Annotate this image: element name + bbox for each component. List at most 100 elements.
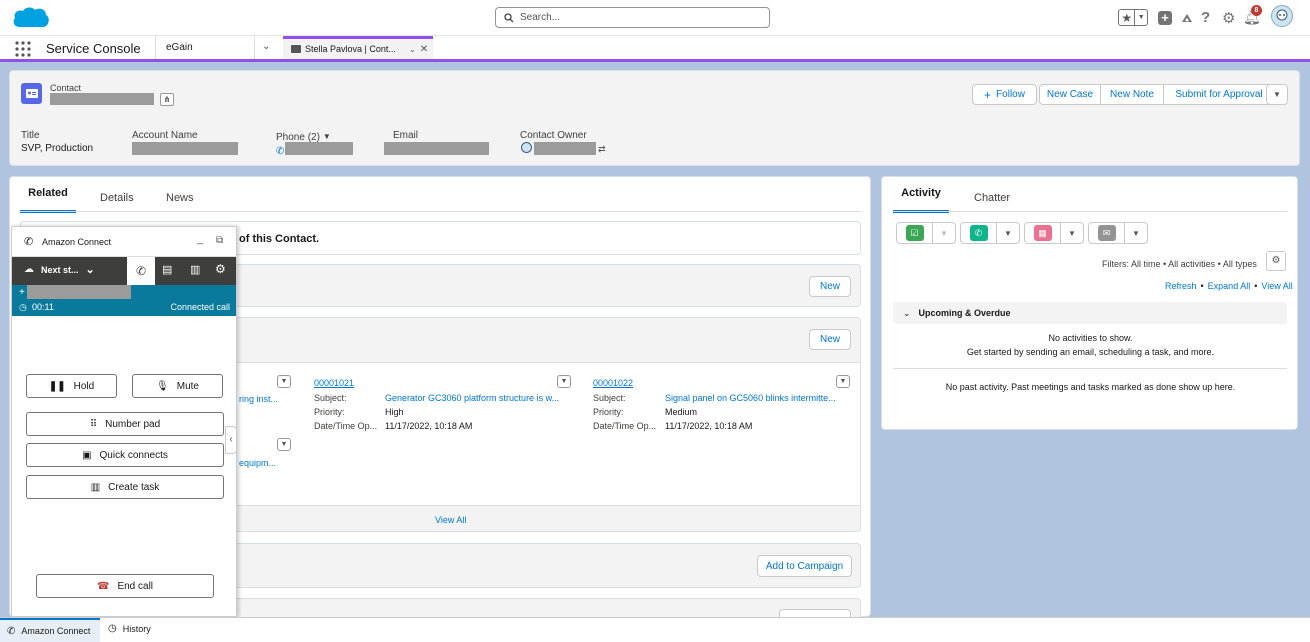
title-label: Title [21,130,40,141]
avatar[interactable] [1271,5,1293,27]
number-pad-button[interactable]: ⠿ Number pad [26,412,224,436]
email-button[interactable]: ✉ ▼ [1088,222,1148,244]
tab-related[interactable]: Related [20,187,76,213]
case-partial-subject[interactable]: equipm... [239,458,276,468]
status-dropdown[interactable]: ☁ Next st... ⌄ [24,263,95,276]
redacted-phone [285,142,353,155]
tab-contact[interactable]: Stella Pavlova | Cont... ⌄ ✕ [283,36,433,59]
case-priority: Medium [665,407,698,417]
mute-button[interactable]: 🎙︎ Mute [132,374,223,398]
global-header: Search... ★ ▼ + ? ⚙ 🔔︎ 8 [0,0,1310,36]
settings-gear-icon[interactable]: ⚙ [215,262,226,276]
chevron-down-icon: ⌄ [903,307,911,318]
expand-all-link[interactable]: Expand All [1208,281,1251,291]
hierarchy-icon[interactable]: ⋔ [160,93,174,106]
add-icon[interactable]: + [1158,11,1172,25]
notice-text: of this Contact. [239,233,320,245]
connect-header: ✆ Amazon Connect _ ⧉ [12,227,236,257]
get-started-text: Get started by sending an email, schedul… [966,347,1215,357]
case-menu-chevron-icon[interactable]: ▼ [557,375,571,388]
clipboard-icon[interactable]: ▥ [190,263,200,276]
close-icon[interactable]: ✕ [420,44,428,55]
follow-button[interactable]: + Follow [972,84,1037,105]
separator: • [1200,281,1204,291]
plus-icon: + [984,87,992,102]
utility-item-history[interactable]: ◷ History [108,623,151,634]
submit-for-approval-button[interactable]: Submit for Approval [1164,85,1274,104]
create-task-button[interactable]: ▥ Create task [26,475,224,499]
case-subject[interactable]: Signal panel on GC5060 blinks intermitte… [665,393,836,403]
search-placeholder: Search... [520,12,561,23]
filters-text: Filters: All time • All activities • All… [1102,259,1257,269]
chevron-down-icon[interactable]: ▼ [997,223,1019,243]
case-partial-subject[interactable]: ring inst... [239,394,278,404]
utility-bar: ✆ Amazon Connect ◷ History [0,617,1310,642]
tab-label: eGain [166,42,193,53]
more-actions-button[interactable]: ▼ [1266,84,1288,105]
filter-gear-button[interactable]: ⚙ [1266,251,1286,271]
view-all-link[interactable]: View All [435,515,466,525]
phone-prefix: + [19,287,25,298]
case-number-link[interactable]: 00001022 [593,378,633,388]
chevron-down-icon: ▼ [1273,90,1281,99]
new-button[interactable]: New [809,329,851,350]
trailhead-icon[interactable] [1180,11,1194,25]
contacts-book-icon: ▣ [82,449,92,461]
hang-up-icon: ☎ [96,580,110,592]
upcoming-title: Upcoming & Overdue [918,308,1011,318]
log-call-button[interactable]: ✆ ▼ [960,222,1020,244]
add-to-campaign-button[interactable]: Add to Campaign [757,555,852,577]
upcoming-section-header[interactable]: ⌄ Upcoming & Overdue [893,302,1287,324]
new-button[interactable]: New [809,276,851,297]
chat-icon[interactable]: ▤ [162,263,172,276]
tab-label: Stella Pavlova | Cont... [305,44,396,54]
app-launcher-icon[interactable] [15,41,31,57]
account-name-label: Account Name [132,130,198,141]
global-search[interactable]: Search... [495,7,770,28]
view-all-link[interactable]: View All [1261,281,1292,291]
task-icon: ☑ [905,225,924,241]
change-owner-icon[interactable]: ⇄ [598,144,606,155]
redacted-email [384,142,489,155]
tab-egain[interactable]: eGain [155,36,255,59]
help-icon[interactable]: ? [1201,9,1210,26]
tab-chatter[interactable]: Chatter [974,192,1010,204]
favorites-button[interactable]: ★ ▼ [1118,9,1148,26]
new-case-button[interactable]: New Case [1040,85,1101,104]
history-clock-icon: ◷ [108,623,117,634]
phone-icon: ✆ [969,225,988,241]
keypad-icon: ⠿ [89,418,98,430]
popout-icon[interactable]: ⧉ [216,235,223,246]
new-note-button[interactable]: New Note [1101,85,1164,104]
tab-activity[interactable]: Activity [893,187,949,213]
end-call-button[interactable]: ☎ End call [36,574,214,598]
case-number-link[interactable]: 00001021 [314,378,354,388]
case-subject[interactable]: Generator GC3060 platform structure is w… [385,393,559,403]
case-menu-chevron-icon[interactable]: ▼ [277,438,291,451]
new-event-button[interactable]: ▦ ▼ [1024,222,1084,244]
chevron-down-icon[interactable]: ▼ [1125,223,1147,243]
redacted-caller-number [27,285,131,299]
new-task-button[interactable]: ☑ ▼ [896,222,956,244]
panel-collapse-handle[interactable]: ‹ [225,426,237,454]
salesforce-logo[interactable] [11,5,51,32]
record-header: Contact ⋔ + Follow New Case New Note Sub… [9,70,1300,166]
gear-icon[interactable]: ⚙ [1222,9,1235,27]
minimize-icon[interactable]: _ [197,233,203,245]
chevron-down-icon[interactable]: ▼ [1061,223,1083,243]
hold-button[interactable]: ❚❚ Hold [26,374,117,398]
case-date-label: Date/Time Op... [593,421,657,431]
case-menu-chevron-icon[interactable]: ▼ [277,375,291,388]
chevron-down-icon[interactable]: ▼ [933,223,955,243]
nav-menu-chevron-icon[interactable]: ⌄ [262,41,270,52]
refresh-link[interactable]: Refresh [1165,281,1197,291]
phone-tab-icon[interactable]: ✆ [127,257,155,285]
case-date: 11/17/2022, 10:18 AM [665,421,753,431]
tab-news[interactable]: News [166,192,194,204]
chevron-down-icon[interactable]: ⌄ [409,45,416,54]
quick-connects-button[interactable]: ▣ Quick connects [26,443,224,467]
case-menu-chevron-icon[interactable]: ▼ [836,375,850,388]
tab-details[interactable]: Details [100,192,134,204]
amazon-connect-panel: ✆ Amazon Connect _ ⧉ ☁ Next st... ⌄ ✆ ▤ … [11,226,237,617]
utility-item-amazon-connect[interactable]: ✆ Amazon Connect [0,618,100,642]
